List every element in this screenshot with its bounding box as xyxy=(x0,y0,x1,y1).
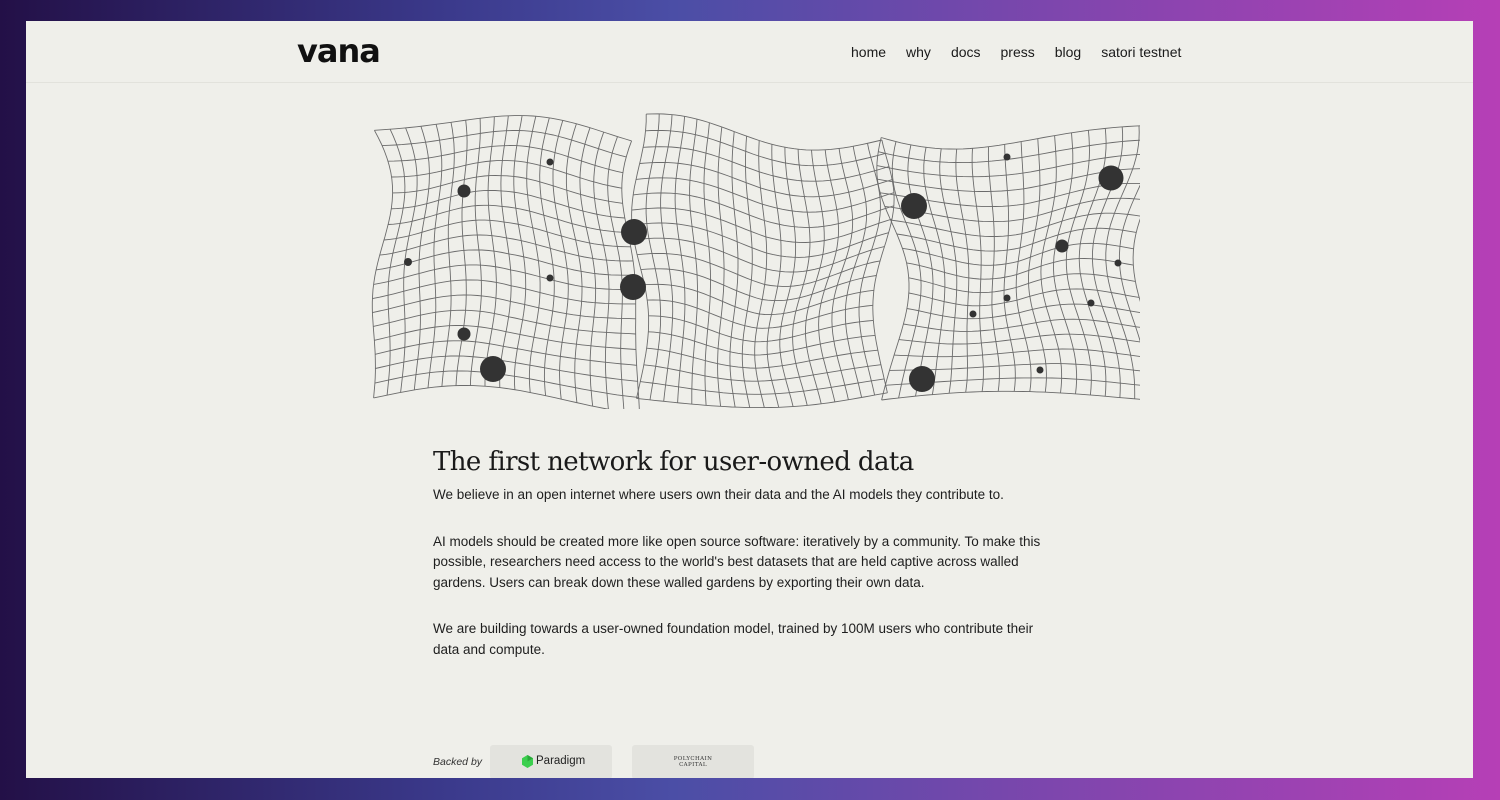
grid-dot xyxy=(621,219,647,245)
grid-dot xyxy=(901,193,927,219)
grid-column-line xyxy=(674,116,686,403)
grid-column-line xyxy=(1132,218,1140,302)
grid-column-line xyxy=(891,141,922,399)
grid-column-line xyxy=(371,130,394,398)
nav-link-why[interactable]: why xyxy=(906,43,931,61)
grid-column-line xyxy=(607,136,625,409)
grid-column-line xyxy=(593,131,610,409)
grid-column-line xyxy=(741,136,753,408)
page-frame: vana home why docs press blog satori tes… xyxy=(26,21,1473,778)
grid-row-line xyxy=(908,273,1136,294)
grid-dot xyxy=(620,274,646,300)
grid-column-line xyxy=(565,123,583,403)
grid-column-line xyxy=(645,113,662,400)
grid-row-line xyxy=(382,130,627,158)
grid-row-line xyxy=(898,333,1140,345)
grid-column-line xyxy=(660,114,674,402)
polychain-capital-logo: POLYCHAIN CAPITAL xyxy=(673,756,713,768)
grid-row-line xyxy=(387,145,623,174)
page-headline: The first network for user-owned data xyxy=(433,447,914,477)
grid-row-line xyxy=(906,303,1140,320)
grid-dot xyxy=(1087,299,1095,307)
grid-column-line xyxy=(455,120,468,386)
grid-row-line xyxy=(644,283,874,316)
nav-link-home[interactable]: home xyxy=(851,43,886,61)
intro-paragraph-3: We are building towards a user-owned fou… xyxy=(433,621,1034,657)
grid-dot xyxy=(546,274,554,282)
grid-row-line xyxy=(896,227,1137,252)
grid-dot xyxy=(546,158,554,166)
grid-column-line xyxy=(818,149,839,403)
grid-row-line xyxy=(373,385,610,409)
grid-row-line xyxy=(633,192,895,228)
grid-dot xyxy=(1036,366,1044,374)
paradigm-logo-icon xyxy=(522,755,533,768)
grid-dot xyxy=(480,356,506,382)
grid-row-line xyxy=(881,390,1140,401)
grid-row-line xyxy=(373,264,636,290)
intro-paragraph-2: AI models should be created more like op… xyxy=(433,533,1041,590)
grid-column-line xyxy=(1065,130,1092,396)
grid-row-line xyxy=(373,309,636,335)
grid-column-line xyxy=(579,127,597,407)
grid-column-line xyxy=(1003,144,1016,392)
grid-dot xyxy=(909,366,935,392)
nav-link-docs[interactable]: docs xyxy=(951,43,981,61)
grid-dot xyxy=(1003,153,1011,161)
grid-row-line xyxy=(374,115,632,142)
grid-row-line xyxy=(636,392,888,409)
grid-row-line xyxy=(908,288,1140,307)
grid-column-line xyxy=(805,150,825,404)
grid-column-line xyxy=(703,122,711,406)
grid-dot xyxy=(1003,294,1011,302)
top-navigation-bar: vana home why docs press blog satori tes… xyxy=(26,21,1473,83)
grid-column-line xyxy=(689,119,698,405)
intro-section: The first network for user-owned data We… xyxy=(433,445,1053,660)
grid-row-line xyxy=(375,355,638,382)
backed-by-label: Backed by xyxy=(433,756,483,768)
paradigm-logo: Paradigm xyxy=(522,755,585,768)
nav-link-press[interactable]: press xyxy=(1001,43,1035,61)
backer-card-polychain[interactable]: POLYCHAIN CAPITAL xyxy=(632,745,754,778)
grid-dot xyxy=(457,327,471,341)
grid-column-line xyxy=(427,124,443,388)
grid-row-line xyxy=(375,340,637,366)
grid-row-line xyxy=(881,125,1140,150)
nav-link-satori-testnet[interactable]: satori testnet xyxy=(1101,43,1181,61)
grid-dot xyxy=(457,184,471,198)
grid-column-line xyxy=(441,122,455,387)
grid-dot xyxy=(1055,239,1069,253)
nav-link-blog[interactable]: blog xyxy=(1055,43,1081,61)
grid-column-line xyxy=(469,118,482,386)
grid-column-line xyxy=(631,114,650,399)
grid-row-line xyxy=(391,160,622,189)
grid-column-line xyxy=(779,147,797,407)
grid-dot xyxy=(1098,165,1124,191)
grid-row-line xyxy=(372,279,636,305)
paradigm-name: Paradigm xyxy=(536,755,586,767)
grid-column-line xyxy=(844,146,868,398)
grid-column-line xyxy=(923,147,946,395)
main-nav: home why docs press blog satori testnet xyxy=(851,43,1201,61)
grid-column-line xyxy=(1053,132,1078,394)
grid-column-line xyxy=(858,143,881,396)
grid-dot xyxy=(969,310,977,318)
grid-column-line xyxy=(766,144,782,408)
grid-row-line xyxy=(635,177,895,213)
grid-dot xyxy=(404,258,412,266)
backer-card-paradigm[interactable]: Paradigm xyxy=(490,745,612,778)
grid-row-line xyxy=(631,222,889,258)
grid-row-line xyxy=(890,212,1140,237)
grid-row-line xyxy=(906,258,1134,280)
intro-paragraph-1: We believe in an open internet where use… xyxy=(433,487,1004,502)
hero-warped-grid-illustration xyxy=(371,113,1140,409)
vana-logo[interactable]: vana xyxy=(297,35,381,67)
grid-dot xyxy=(1114,259,1122,267)
grid-row-line xyxy=(376,249,635,276)
grid-column-line xyxy=(792,149,811,406)
